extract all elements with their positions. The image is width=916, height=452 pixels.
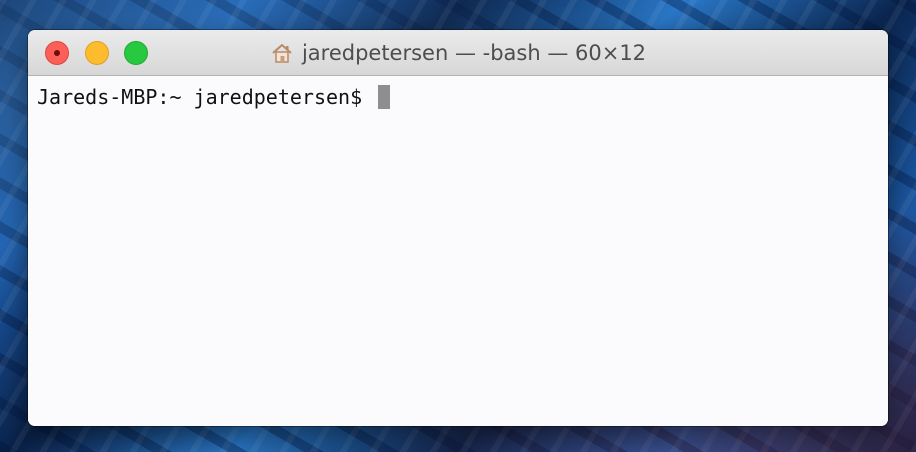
terminal-window: jaredpetersen — -bash — 60×12 Jareds-MBP… [28,30,888,426]
text-cursor [378,85,391,109]
shell-prompt: Jareds-MBP:~ jaredpetersen$ [37,85,375,109]
title-bar[interactable]: jaredpetersen — -bash — 60×12 [28,30,888,76]
terminal-content[interactable]: Jareds-MBP:~ jaredpetersen$ [28,76,888,426]
prompt-line: Jareds-MBP:~ jaredpetersen$ [37,82,888,112]
window-title-group: jaredpetersen — -bash — 60×12 [28,30,888,76]
home-icon [270,41,294,65]
window-title: jaredpetersen — -bash — 60×12 [301,41,647,65]
